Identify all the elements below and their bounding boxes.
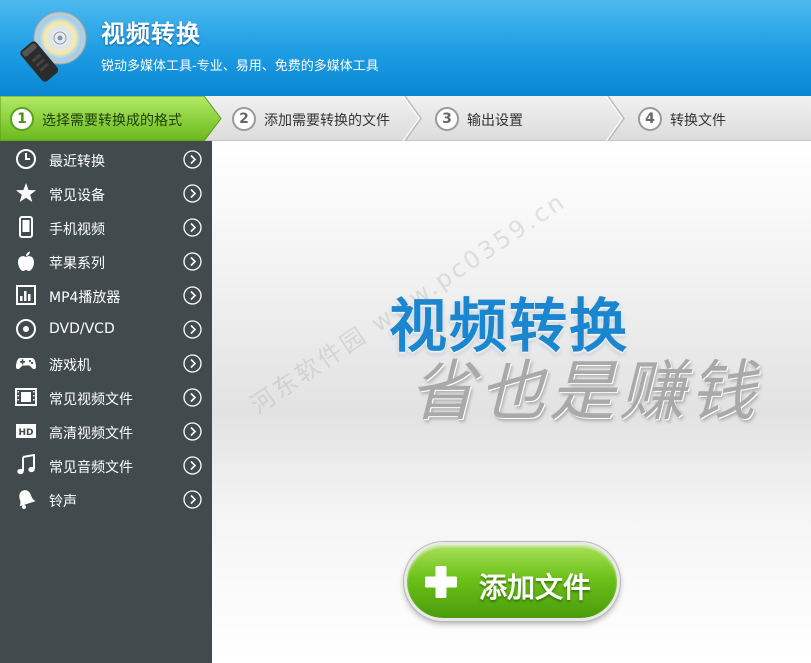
sidebar-item-devices[interactable]: 常见设备 [0,176,212,210]
step-number: 4 [638,107,662,131]
svg-text:HD: HD [18,428,33,438]
sidebar-item-label: 手机视频 [49,222,105,238]
sidebar-item-common-audio[interactable]: 常见音频文件 [0,448,212,482]
main-panel: 河东软件园 www.pc0359.cn 视频转换 省也是赚钱 添加文件 [212,141,811,663]
sidebar-item-label: 最近转换 [49,154,105,170]
sidebar-item-apple[interactable]: 苹果系列 [0,244,212,278]
step-convert-files[interactable]: 4 转换文件 [628,96,808,141]
wizard-steps: 1 选择需要转换成的格式 2 添加需要转换的文件 3 输出设置 4 转换文件 [0,96,811,141]
sidebar-item-hd-video[interactable]: HD 高清视频文件 [0,414,212,448]
step-number: 1 [10,107,34,131]
step-add-files[interactable]: 2 添加需要转换的文件 [222,96,422,141]
plus-icon [425,566,457,598]
step-label: 添加需要转换的文件 [264,113,390,129]
gamepad-icon [16,358,36,370]
chevron-right-icon [183,184,202,203]
disc-icon [16,319,36,339]
sidebar-item-dvd-vcd[interactable]: DVD/VCD [0,312,212,346]
sidebar-item-label: MP4播放器 [49,290,121,306]
sidebar-item-recent[interactable]: 最近转换 [0,142,212,176]
chevron-right-icon [183,490,202,509]
sidebar-item-ringtone[interactable]: 铃声 [0,482,212,516]
add-files-button[interactable]: 添加文件 [404,542,620,621]
app-header: 视频转换 锐动多媒体工具-专业、易用、免费的多媒体工具 [0,0,811,96]
sidebar-item-label: 游戏机 [49,358,91,374]
chevron-right-icon [183,456,202,475]
step-number: 2 [232,107,256,131]
sidebar-item-label: 常见音频文件 [49,460,133,476]
app-subtitle: 锐动多媒体工具-专业、易用、免费的多媒体工具 [101,59,379,74]
sidebar-item-label: 常见设备 [49,188,105,204]
chevron-right-icon [183,354,202,373]
chevron-right-icon [183,218,202,237]
step-select-format[interactable]: 1 选择需要转换成的格式 [0,96,222,141]
chevron-right-icon [183,320,202,339]
sidebar-item-mobile-video[interactable]: 手机视频 [0,210,212,244]
star-icon [16,183,36,202]
sidebar-item-label: 高清视频文件 [49,426,133,442]
step-label: 转换文件 [670,113,726,129]
bell-icon [19,490,36,509]
sidebar-item-label: 苹果系列 [49,256,105,272]
step-label: 选择需要转换成的格式 [42,113,182,129]
sidebar-item-label: DVD/VCD [49,321,115,337]
banner-slogan: 省也是赚钱 [409,353,759,430]
step-number: 3 [435,107,459,131]
phone-icon [19,216,33,238]
chevron-right-icon [183,388,202,407]
film-icon [15,388,37,406]
category-sidebar: 最近转换 常见设备 手机视频 苹果系列 MP4播放器 DVD/VCD 游戏机 常… [0,141,212,663]
music-note-icon [17,454,35,475]
apple-icon [18,251,34,271]
clock-icon [16,149,36,169]
step-label: 输出设置 [467,113,523,129]
sidebar-item-mp4-player[interactable]: MP4播放器 [0,278,212,312]
hd-icon: HD [16,424,36,438]
sidebar-item-label: 铃声 [49,494,77,510]
chevron-right-icon [183,422,202,441]
app-title: 视频转换 [101,20,201,48]
sidebar-item-game-console[interactable]: 游戏机 [0,346,212,380]
chevron-right-icon [183,252,202,271]
step-output-settings[interactable]: 3 输出设置 [425,96,625,141]
chevron-right-icon [183,286,202,305]
sidebar-item-label: 常见视频文件 [49,392,133,408]
chevron-right-icon [183,150,202,169]
add-files-label: 添加文件 [479,571,592,604]
mp4-player-icon [16,285,36,305]
sidebar-item-common-video[interactable]: 常见视频文件 [0,380,212,414]
app-logo-icon [20,11,87,82]
